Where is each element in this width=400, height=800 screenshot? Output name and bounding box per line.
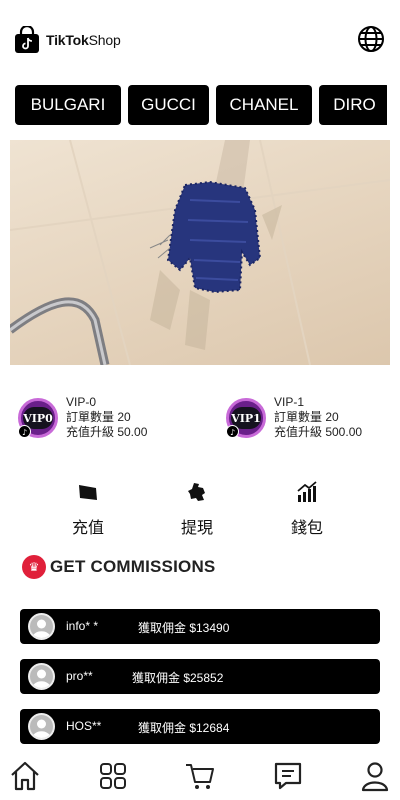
commission-amount: 獲取佣金 $13490 xyxy=(138,621,230,635)
commission-row: info* * 獲取佣金 $13490 xyxy=(20,609,380,644)
recharge-button[interactable]: 充值 xyxy=(48,480,128,538)
messages-icon[interactable] xyxy=(272,760,304,792)
commission-user: HOS** xyxy=(66,719,102,733)
brand-tab-chanel[interactable]: CHANEL xyxy=(216,85,312,125)
globe-icon[interactable] xyxy=(357,25,385,53)
tiktok-shop-logo[interactable]: TikTokShop xyxy=(14,26,121,54)
vip-upgrade-amount: 充值升級 50.00 xyxy=(66,425,148,439)
commission-amount: 獲取佣金 $25852 xyxy=(132,671,224,685)
commissions-heading: ♛ GET COMMISSIONS xyxy=(22,555,215,579)
vip-name: VIP-1 xyxy=(274,395,305,409)
commission-amount: 獲取佣金 $12684 xyxy=(138,721,230,735)
brand-tab-bulgari[interactable]: BULGARI xyxy=(15,85,121,125)
profile-icon[interactable] xyxy=(359,760,391,792)
commission-row: pro** 獲取佣金 $25852 xyxy=(20,659,380,694)
withdraw-icon xyxy=(188,483,205,501)
recharge-label: 充值 xyxy=(71,520,104,537)
banner-image[interactable] xyxy=(10,140,390,365)
shopping-bag-tiktok-icon xyxy=(15,26,39,53)
wallet-chart-icon xyxy=(297,481,317,502)
vip-order-count: 訂單數量 20 xyxy=(274,410,339,424)
grid-icon[interactable] xyxy=(97,760,129,792)
vip-badge: VIP1 ♪ xyxy=(226,398,266,438)
quick-actions: 充值 提現 錢包 xyxy=(0,480,400,540)
bottom-nav xyxy=(0,752,400,800)
commission-user: pro** xyxy=(66,669,93,683)
brand-tab-gucci[interactable]: GUCCI xyxy=(128,85,209,125)
commission-row: HOS** 獲取佣金 $12684 xyxy=(20,709,380,744)
avatar xyxy=(28,663,55,690)
banner-illustration xyxy=(10,140,390,365)
cart-icon[interactable] xyxy=(184,760,216,792)
vip-name: VIP-0 xyxy=(66,395,97,409)
wallet-button[interactable]: 錢包 xyxy=(267,480,347,538)
brand-tabs: BULGARI GUCCI CHANEL DIRO P xyxy=(15,85,387,125)
tiktok-small-icon: ♪ xyxy=(18,425,31,438)
brand-name: TikTok xyxy=(46,32,89,48)
recharge-icon xyxy=(79,485,97,500)
crown-icon: ♛ xyxy=(22,555,46,579)
vip-level-1[interactable]: VIP1 ♪ VIP-1 訂單數量 20 充值升級 500.00 xyxy=(226,395,362,440)
avatar xyxy=(28,613,55,640)
withdraw-label: 提現 xyxy=(180,520,213,537)
tiktok-small-icon: ♪ xyxy=(226,425,239,438)
header: TikTokShop xyxy=(0,0,400,80)
vip-upgrade-amount: 充值升級 500.00 xyxy=(274,425,363,439)
brand-tab-diro[interactable]: DIRO xyxy=(319,85,387,125)
commission-user: info* * xyxy=(66,619,99,633)
vip-badge: VIP0 ♪ xyxy=(18,398,58,438)
wallet-label: 錢包 xyxy=(290,520,323,537)
withdraw-button[interactable]: 提現 xyxy=(157,480,237,538)
home-icon[interactable] xyxy=(9,760,41,792)
vip-level-0[interactable]: VIP0 ♪ VIP-0 訂單數量 20 充值升級 50.00 xyxy=(18,395,147,440)
avatar xyxy=(28,713,55,740)
brand-suffix: Shop xyxy=(88,32,121,48)
commissions-title: GET COMMISSIONS xyxy=(50,557,216,576)
vip-order-count: 訂單數量 20 xyxy=(66,410,131,424)
